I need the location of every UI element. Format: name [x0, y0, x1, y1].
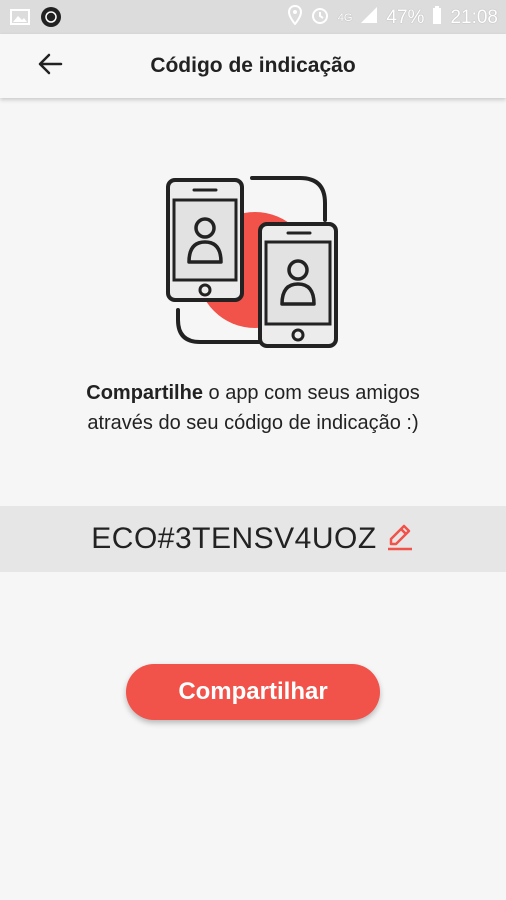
edit-code-button[interactable] — [385, 522, 415, 557]
image-notification-icon — [10, 8, 30, 31]
network-type: 4G — [337, 11, 353, 24]
referral-code-section: ECO#3TENSV4UOZ — [0, 506, 506, 572]
clock: 21:08 — [450, 6, 498, 28]
location-icon — [287, 4, 302, 30]
signal-icon — [360, 6, 378, 29]
page-title: Código de indicação — [150, 54, 356, 77]
battery-percentage: 47% — [386, 6, 425, 28]
share-message: Compartilhe o app com seus amigos atravé… — [20, 378, 486, 438]
app-bar: Código de indicação — [0, 34, 506, 98]
share-button[interactable]: Compartilhar — [126, 664, 380, 720]
share-message-line1: Compartilhe o app com seus amigos — [20, 378, 486, 408]
status-bar: 4G 47% 21:08 — [0, 0, 506, 34]
referral-code: ECO#3TENSV4UOZ — [91, 522, 377, 555]
share-message-line2: através do seu código de indicação :) — [87, 412, 419, 434]
pencil-icon — [385, 522, 415, 557]
share-phones-illustration — [160, 170, 350, 360]
share-message-line1-rest: o app com seus amigos — [202, 382, 420, 404]
share-message-bold: Compartilhe — [86, 382, 203, 404]
battery-charging-icon — [432, 5, 442, 30]
app-notification-icon — [40, 6, 62, 33]
alarm-icon — [310, 5, 330, 30]
